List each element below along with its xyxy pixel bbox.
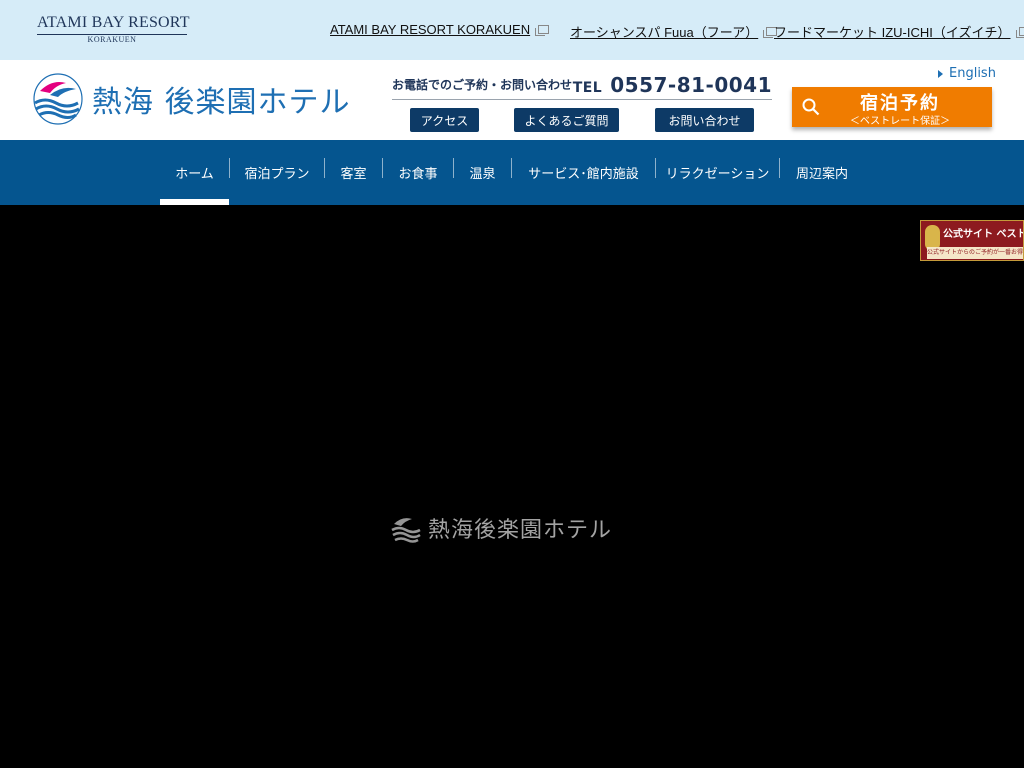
link-korakuen[interactable]: ATAMI BAY RESORT KORAKUEN <box>330 22 550 37</box>
external-link-icon <box>1015 26 1024 38</box>
hotel-emblem-icon <box>33 73 83 125</box>
top-bar: ATAMI BAY RESORT KORAKUEN ATAMI BAY RESO… <box>0 0 1024 60</box>
search-icon <box>802 98 820 116</box>
main-nav: ホーム 宿泊プラン 客室 お食事 温泉 サービス･館内施設 リラクゼーション 周… <box>0 140 1024 205</box>
phone-digits: 0557-81-0041 <box>610 72 772 97</box>
link-izu-ichi[interactable]: フードマーケット IZU-ICHI（イズイチ） <box>774 22 1024 41</box>
nav-item-rooms[interactable]: 客室 <box>325 140 382 205</box>
brand-subname: KORAKUEN <box>87 35 137 44</box>
hotel-name: 熱海 後楽園ホテル <box>92 85 351 120</box>
hotel-emblem-icon <box>391 518 421 543</box>
best-rate-sublabel: 公式サイトからのご予約が一番お得です <box>927 247 1023 259</box>
link-korakuen-label: ATAMI BAY RESORT KORAKUEN <box>330 22 531 37</box>
contact-button[interactable]: お問い合わせ <box>655 108 754 132</box>
best-rate-label: 公式サイト ベストレート保証 <box>943 229 1023 240</box>
nav-item-dining[interactable]: お食事 <box>383 140 453 205</box>
link-fuua-label: オーシャンスパ Fuua（フーア） <box>570 25 759 40</box>
faq-button[interactable]: よくあるご質問 <box>514 108 619 132</box>
site-header: 熱海 後楽園ホテル お電話でのご予約・お問い合わせ TEL 0557-81-004… <box>0 60 1024 140</box>
best-rate-badge[interactable]: 公式サイト ベストレート保証 公式サイトからのご予約が一番お得です <box>920 220 1024 261</box>
phone-number[interactable]: TEL 0557-81-0041 <box>573 73 772 97</box>
link-fuua[interactable]: オーシャンスパ Fuua（フーア） <box>570 22 778 41</box>
nav-item-area-guide[interactable]: 周辺案内 <box>780 140 864 205</box>
link-izu-ichi-label: フードマーケット IZU-ICHI（イズイチ） <box>774 25 1011 40</box>
nav-item-onsen[interactable]: 温泉 <box>454 140 511 205</box>
english-link[interactable]: English <box>938 66 996 81</box>
hero-logo: 熱海後楽園ホテル <box>390 510 612 546</box>
nav-item-home[interactable]: ホーム <box>160 140 229 205</box>
hero-video-area[interactable]: 熱海後楽園ホテル <box>0 205 1024 768</box>
phone-label: お電話でのご予約・お問い合わせ <box>392 78 573 92</box>
reserve-button[interactable]: 宿泊予約 ＜ベストレート保証＞ <box>792 87 992 127</box>
access-button[interactable]: アクセス <box>410 108 479 132</box>
reserve-sublabel: ＜ベストレート保証＞ <box>849 116 951 127</box>
brand-name: ATAMI BAY RESORT <box>37 14 190 31</box>
external-link-icon <box>535 24 550 36</box>
atami-bay-resort-logo[interactable]: ATAMI BAY RESORT KORAKUEN <box>37 14 190 44</box>
nav-item-services[interactable]: サービス･館内施設 <box>512 140 655 205</box>
nav-item-plans[interactable]: 宿泊プラン <box>230 140 324 205</box>
arrow-right-icon <box>938 69 943 78</box>
hero-logo-text: 熱海後楽園ホテル <box>428 518 613 543</box>
phone-prefix: TEL <box>572 79 603 96</box>
phone-contact: お電話でのご予約・お問い合わせ TEL 0557-81-0041 <box>392 70 772 100</box>
nav-item-relaxation[interactable]: リラクゼーション <box>656 140 779 205</box>
english-link-label: English <box>949 66 996 81</box>
hotel-logo[interactable]: 熱海 後楽園ホテル <box>32 73 350 125</box>
